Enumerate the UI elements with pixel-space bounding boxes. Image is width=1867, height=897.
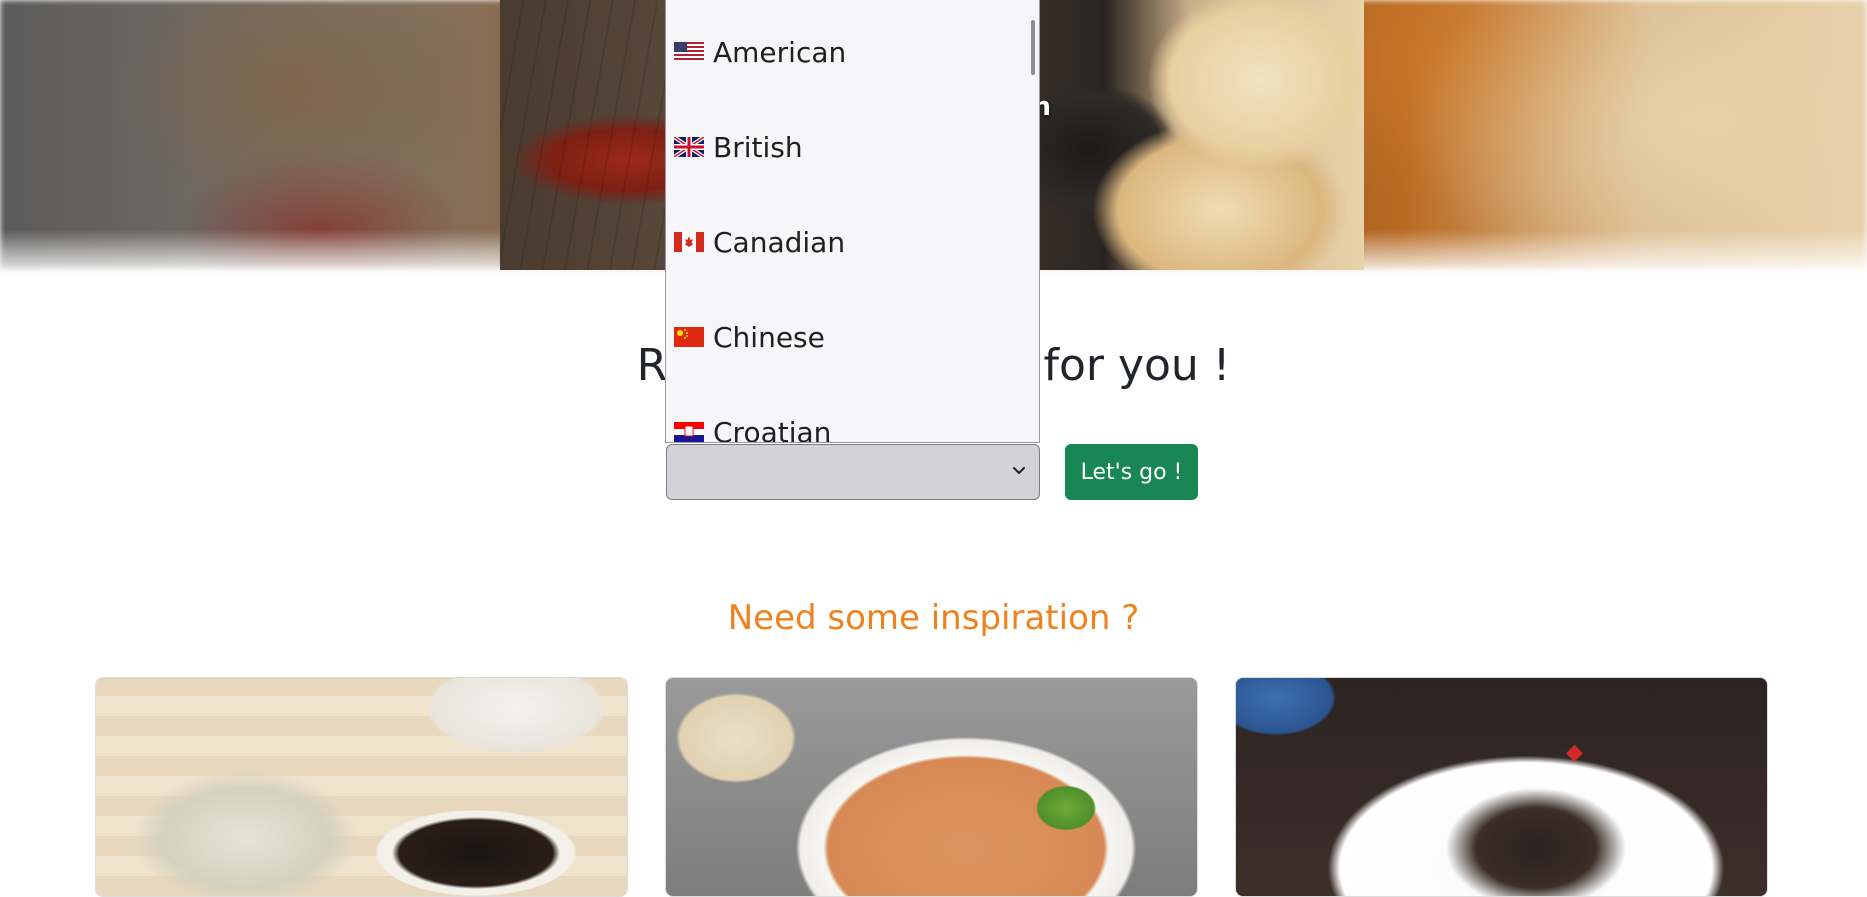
uk-flag-icon	[674, 137, 704, 157]
inspiration-heading: Need some inspiration ?	[727, 598, 1140, 638]
dropdown-option-label: Chinese	[713, 320, 825, 354]
inspiration-card-3[interactable]: ◆	[1235, 677, 1768, 897]
dropdown-option-label: Croatian	[713, 415, 832, 443]
dropdown-scrollbar[interactable]	[1031, 20, 1035, 75]
dropdown-option-chinese[interactable]: Chinese	[674, 317, 825, 357]
dropdown-option-croatian[interactable]: Croatian	[674, 412, 832, 443]
us-flag-icon	[674, 42, 704, 62]
dropdown-option-label: Canadian	[713, 225, 846, 259]
dropdown-option-label: British	[713, 130, 803, 164]
cuisine-dropdown-list[interactable]: American British Canadian Chinese Croati…	[665, 0, 1040, 443]
dropdown-option-label: American	[713, 35, 847, 69]
canada-flag-icon	[674, 232, 704, 252]
inspiration-card-1[interactable]	[95, 677, 628, 897]
lets-go-button[interactable]: Let's go !	[1065, 444, 1198, 500]
plate-logo-mark: ◆	[1566, 740, 1583, 765]
chevron-down-icon	[1013, 467, 1025, 474]
dropdown-option-canadian[interactable]: Canadian	[674, 222, 845, 262]
cuisine-select[interactable]	[666, 444, 1040, 500]
dropdown-option-british[interactable]: British	[674, 127, 803, 167]
china-flag-icon	[674, 327, 704, 347]
inspiration-card-2[interactable]	[665, 677, 1198, 897]
dropdown-option-american[interactable]: American	[674, 32, 846, 72]
croatia-flag-icon	[674, 422, 704, 442]
